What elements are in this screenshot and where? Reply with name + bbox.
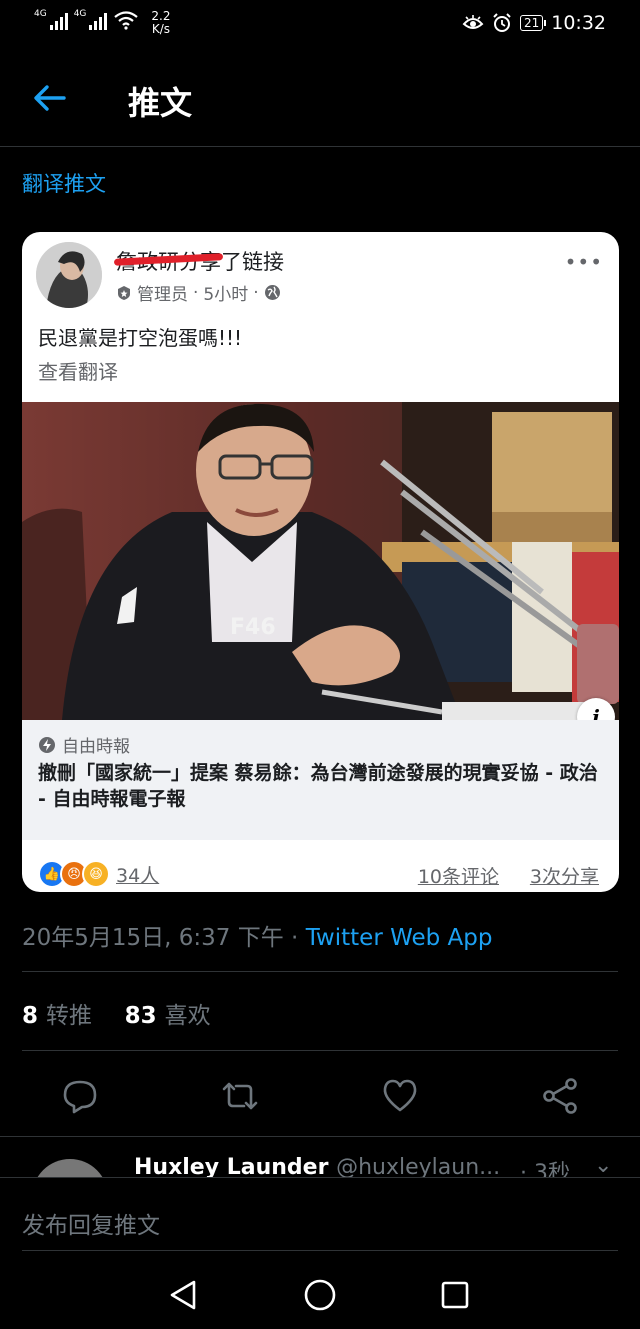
clock: 10:32 [551, 12, 606, 34]
dot-separator-2: · [253, 282, 259, 303]
meta-separator: · [283, 925, 306, 951]
translate-tweet-link[interactable]: 翻译推文 [22, 168, 106, 198]
compose-divider [0, 1177, 640, 1178]
status-right: 21 10:32 [462, 12, 606, 34]
svg-text:F46: F46 [230, 615, 276, 640]
link-source: 自由時報 [38, 732, 130, 757]
post-time: 5小时 [203, 285, 249, 305]
signal-icon-2: 4G [74, 10, 108, 30]
sim1-label: 4G [34, 9, 47, 19]
nav-recents-icon[interactable] [441, 1281, 469, 1309]
news-photo: F46 [22, 402, 619, 720]
dot-separator: · [193, 282, 199, 303]
reply-time: · 3秒 [520, 1161, 570, 1177]
reactions-count: 34人 [116, 864, 160, 887]
tweet-time: 20年5月15日, 6:37 下午 [22, 925, 284, 951]
tweet-image-card[interactable]: 詹政研分享了链接 管理员 · 5小时 · ••• 民退黨是打空泡蛋嗎!!! 查看… [22, 232, 619, 892]
divider-2 [22, 1050, 618, 1051]
haha-reaction-icon: 😆 [82, 860, 110, 888]
more-options-icon: ••• [564, 250, 603, 274]
source-app-link[interactable]: Twitter Web App [306, 925, 493, 951]
page-avatar [36, 242, 102, 308]
system-nav-bar [170, 1279, 469, 1311]
reply-author-handle: @huxleylaun... [336, 1155, 501, 1177]
battery-icon: 21 [519, 15, 547, 31]
sim2-label: 4G [73, 9, 87, 19]
status-left: 4G 4G 2.2 K/s [34, 10, 171, 36]
retweets-stat[interactable]: 8 转推 [22, 1003, 92, 1029]
post-action: 了链接 [221, 250, 284, 274]
reply-avatar [32, 1159, 108, 1177]
retweets-count: 8 [22, 1003, 39, 1029]
tweet-timestamp: 20年5月15日, 6:37 下午 · Twitter Web App [22, 918, 492, 952]
alarm-icon [493, 13, 511, 32]
reply-compose-input[interactable]: 发布回复推文 [22, 1206, 160, 1240]
wifi-icon [114, 11, 139, 30]
retweets-label: 转推 [46, 1003, 93, 1029]
likes-label: 喜欢 [164, 1003, 211, 1029]
post-text: 民退黨是打空泡蛋嗎!!! [38, 326, 243, 350]
retweet-icon[interactable] [220, 1076, 260, 1116]
tweet-stats: 8 转推 83 喜欢 [22, 996, 211, 1030]
reply-author-name: Huxley Launder [134, 1155, 329, 1177]
likes-count: 83 [124, 1003, 157, 1029]
compose-underline [22, 1250, 618, 1251]
shares-count: 3次分享 [529, 866, 599, 888]
reply-icon[interactable] [60, 1076, 100, 1116]
page-title: 推文 [128, 84, 193, 122]
eye-comfort-icon [462, 15, 484, 29]
role-label: 管理员 [137, 285, 188, 305]
network-speed: 2.2 K/s [151, 10, 170, 36]
globe-icon [264, 285, 280, 300]
likes-stat[interactable]: 83 喜欢 [125, 1003, 211, 1029]
link-title: 撤刪「國家統一」提案 蔡易餘：為台灣前途發展的現實妥協 - 政治 - 自由時報電… [38, 762, 598, 810]
post-meta: 管理员 · 5小时 · [116, 280, 281, 305]
back-arrow-icon[interactable] [32, 82, 68, 114]
bolt-icon [39, 736, 55, 753]
chevron-down-icon[interactable]: ⌄ [594, 1153, 612, 1177]
header-divider [0, 146, 640, 147]
divider [22, 971, 618, 972]
signal-icon: 4G [34, 10, 68, 30]
reactions: 👍 😠 😆 34人 [38, 860, 159, 888]
comments-count: 10条评论 [417, 866, 499, 888]
like-heart-icon[interactable] [380, 1076, 420, 1116]
link-preview: 自由時報 撤刪「國家統一」提案 蔡易餘：為台灣前途發展的現實妥協 - 政治 - … [22, 720, 619, 840]
tweet-actions [0, 1070, 640, 1120]
reply-tweet-preview[interactable]: Huxley Launder @huxleylaun... · 3秒 ⌄ [0, 1137, 640, 1177]
nav-back-icon[interactable] [170, 1280, 196, 1310]
share-icon[interactable] [540, 1076, 580, 1116]
page-name-redacted: 詹政研分享 [116, 246, 221, 276]
speed-unit: K/s [151, 22, 171, 36]
see-translation: 查看翻译 [38, 360, 118, 384]
link-source-name: 自由時報 [62, 737, 130, 757]
reply-author: Huxley Launder @huxleylaun... [134, 1155, 500, 1177]
admin-badge-icon [118, 285, 130, 300]
nav-home-icon[interactable] [304, 1279, 336, 1311]
post-header-line: 詹政研分享了链接 [116, 246, 284, 276]
status-bar: 4G 4G 2.2 K/s 21 10:32 [0, 0, 640, 50]
